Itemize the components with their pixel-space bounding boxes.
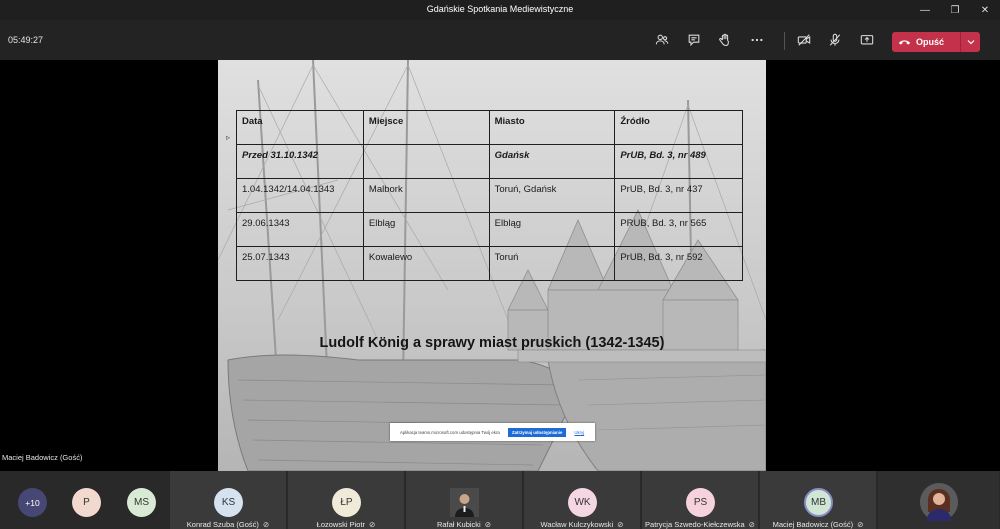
hang-up-icon — [898, 40, 911, 45]
table-cell: Kowalewo — [362, 246, 490, 281]
table-cell: Elbląg — [362, 212, 490, 247]
table-header-cell: Źródło — [614, 110, 743, 145]
presenter-name: Maciej Badowicz (Gość) — [2, 453, 83, 462]
participant-tile[interactable]: ŁP Łozowski Piotr ⊘ — [288, 471, 405, 529]
avatar[interactable]: P — [72, 488, 101, 517]
participant-tray: +10 P MS KS Konrad Szuba (Gość) ⊘ ŁP Łozo… — [0, 471, 1000, 529]
avatar: WK — [568, 488, 597, 517]
participant-tile[interactable]: WK Wacław Kulczykowski ⊘ — [524, 471, 641, 529]
close-icon[interactable]: ✕ — [970, 0, 1000, 20]
table-header-cell: Data — [236, 110, 364, 145]
avatar[interactable]: MS — [127, 488, 156, 517]
participant-name: Konrad Szuba (Gość) — [186, 520, 259, 529]
screen-share-notification: Aplikacja teams.microsoft.com udostępnia… — [390, 423, 595, 441]
mic-muted-icon: ⊘ — [484, 520, 492, 529]
table-cell: Elbląg — [488, 212, 616, 247]
participant-name: Wacław Kulczykowski — [540, 520, 614, 529]
avatar: KS — [214, 488, 243, 517]
mic-muted-icon: ⊘ — [857, 520, 864, 529]
meeting-toolbar: 05:49:27 Opuść — [0, 20, 1000, 60]
mouse-cursor-icon: ▹ — [226, 133, 231, 142]
maximize-icon[interactable]: ❐ — [940, 0, 970, 20]
table-header-row: Data Miejsce Miasto Źródło — [236, 110, 743, 145]
shared-content-stage: ▹ Data Miejsce Miasto Źródło Przed 31.10… — [0, 60, 1000, 471]
table-header-cell: Miasto — [488, 110, 616, 145]
slide-data-table: Data Miejsce Miasto Źródło Przed 31.10.1… — [236, 110, 743, 281]
self-video-thumbnail — [919, 483, 958, 521]
minimize-icon[interactable]: — — [910, 0, 940, 20]
participant-name: Patrycja Szwedo-Kiełczewska — [645, 520, 745, 529]
raise-hand-icon[interactable] — [714, 30, 736, 50]
mic-muted-icon: ⊘ — [748, 520, 755, 529]
more-options-icon[interactable] — [746, 30, 768, 50]
avatar: ŁP — [332, 488, 361, 517]
table-cell: Malbork — [362, 178, 490, 213]
table-cell: Toruń — [488, 246, 616, 281]
more-participants-badge[interactable]: +10 — [18, 488, 47, 517]
mic-off-icon[interactable] — [824, 30, 846, 50]
leave-options-chevron-icon[interactable] — [960, 32, 980, 52]
share-notification-text: Aplikacja teams.microsoft.com udostępnia… — [400, 429, 500, 435]
meeting-timer: 05:49:27 — [8, 35, 44, 45]
avatar: MB — [804, 488, 833, 517]
participant-tile[interactable]: Rafał Kubicki ⊘ — [406, 471, 523, 529]
table-cell: PrUB, Bd. 3, nr 437 — [614, 178, 743, 213]
camera-off-icon[interactable] — [793, 30, 815, 50]
table-cell: Przed 31.10.1342 — [236, 144, 364, 179]
table-row: 25.07.1343 Kowalewo Toruń PrUB, Bd. 3, n… — [236, 246, 743, 281]
share-screen-icon[interactable] — [856, 30, 878, 50]
slide-title: Ludolf König a sprawy miast pruskich (13… — [319, 335, 665, 351]
participant-name: Rafał Kubicki — [436, 520, 481, 529]
mic-muted-icon: ⊘ — [369, 520, 376, 529]
table-cell: PrUB, Bd. 3, nr 592 — [614, 246, 743, 281]
self-view-tile[interactable] — [878, 471, 1000, 529]
avatar-photo — [450, 488, 479, 517]
table-cell: PrUB, Bd. 3, nr 489 — [614, 144, 743, 179]
table-cell — [362, 144, 490, 179]
leave-label: Opuść — [916, 37, 945, 47]
participant-tile[interactable]: KS Konrad Szuba (Gość) ⊘ — [170, 471, 287, 529]
toolbar-divider — [784, 32, 785, 50]
table-row: 1.04.1342/14.04.1343 Malbork Toruń, Gdań… — [236, 178, 743, 213]
presentation-slide: ▹ Data Miejsce Miasto Źródło Przed 31.10… — [218, 60, 766, 471]
table-cell: 25.07.1343 — [236, 246, 364, 281]
leave-button[interactable]: Opuść — [892, 32, 980, 52]
stop-sharing-button[interactable]: Zatrzymaj udostępnianie — [508, 427, 567, 437]
chat-icon[interactable] — [683, 30, 705, 50]
participant-name: Maciej Badowicz (Gość) — [772, 520, 854, 529]
table-cell: 1.04.1342/14.04.1343 — [236, 178, 364, 213]
avatar: PS — [686, 488, 715, 517]
table-row: 29.06.1343 Elbląg Elbląg PRUB, Bd. 3, nr… — [236, 212, 743, 247]
participant-tile[interactable]: PS Patrycja Szwedo-Kiełczewska ⊘ — [642, 471, 759, 529]
mic-muted-icon: ⊘ — [617, 520, 624, 529]
table-row: Przed 31.10.1342 Gdańsk PrUB, Bd. 3, nr … — [236, 144, 743, 179]
participant-name: Łozowski Piotr — [316, 520, 366, 529]
table-cell: Toruń, Gdańsk — [488, 178, 616, 213]
table-cell: Gdańsk — [488, 144, 616, 179]
window-title: Gdańskie Spotkania Mediewistyczne — [426, 4, 574, 14]
mic-muted-icon: ⊘ — [262, 520, 270, 529]
window-titlebar: Gdańskie Spotkania Mediewistyczne — ❐ ✕ — [0, 0, 1000, 20]
table-cell: 29.06.1343 — [236, 212, 364, 247]
participants-icon[interactable] — [651, 30, 673, 50]
table-cell: PRUB, Bd. 3, nr 565 — [614, 212, 743, 247]
participant-tile-speaking[interactable]: MB Maciej Badowicz (Gość) ⊘ — [760, 471, 877, 529]
hide-notification-link[interactable]: Ukryj — [574, 430, 584, 435]
table-header-cell: Miejsce — [362, 110, 490, 145]
